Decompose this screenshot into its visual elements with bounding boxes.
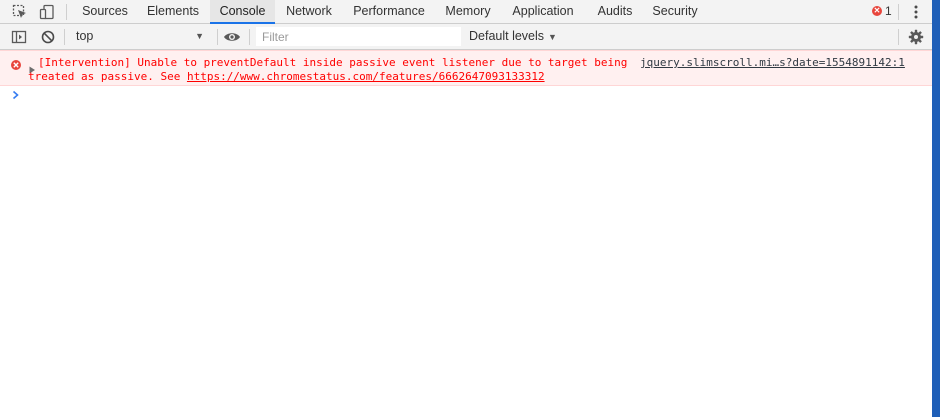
tab-sources[interactable]: Sources: [74, 0, 136, 23]
dropdown-caret-icon: ▼: [195, 31, 204, 41]
panel-tab-bar: Sources Elements Console Network Perform…: [0, 0, 932, 24]
toolbar-divider: [898, 4, 899, 20]
error-icon: ✕: [872, 6, 882, 16]
toolbar-divider: [898, 29, 899, 45]
context-value: top: [76, 29, 94, 43]
toolbar-divider: [249, 29, 250, 45]
tab-network[interactable]: Network: [277, 0, 341, 23]
toolbar-divider: [64, 29, 65, 45]
clear-console-icon[interactable]: [39, 28, 57, 46]
inspect-element-icon[interactable]: [11, 3, 29, 21]
error-count-badge[interactable]: ✕ 1: [872, 4, 892, 18]
toolbar-divider: [66, 4, 67, 20]
eye-icon[interactable]: [223, 28, 241, 46]
error-message-line-2: treated as passive. See https://www.chro…: [28, 70, 545, 84]
chromestatus-link[interactable]: https://www.chromestatus.com/features/66…: [187, 70, 545, 83]
filter-input[interactable]: [256, 27, 461, 46]
error-icon: [10, 56, 22, 75]
device-toggle-icon[interactable]: [38, 3, 56, 21]
tab-elements[interactable]: Elements: [138, 0, 208, 23]
log-levels-dropdown[interactable]: Default levels ▼: [469, 27, 557, 46]
console-toolbar: top ▼ Default levels▼: [0, 24, 932, 50]
gear-icon[interactable]: [907, 28, 925, 46]
error-count: 1: [885, 4, 892, 18]
tab-audits[interactable]: Audits: [587, 0, 643, 23]
sidebar-toggle-icon[interactable]: [10, 28, 28, 46]
error-source-link[interactable]: jquery.slimscroll.mi…s?date=1554891142:1: [640, 56, 905, 70]
dropdown-caret-icon: ▼: [548, 32, 557, 42]
console-prompt-input[interactable]: [26, 86, 926, 102]
toolbar-divider: [217, 29, 218, 45]
tab-console[interactable]: Console: [210, 0, 275, 24]
error-message-prefix: treated as passive. See: [28, 70, 187, 83]
kebab-menu-icon[interactable]: [907, 3, 925, 21]
log-levels-label: Default levels: [469, 29, 545, 43]
error-message-line-1: [Intervention] Unable to preventDefault …: [38, 56, 628, 69]
devtools-window: Sources Elements Console Network Perform…: [0, 0, 932, 417]
tab-security[interactable]: Security: [645, 0, 705, 23]
context-selector[interactable]: top ▼: [68, 27, 214, 46]
tab-performance[interactable]: Performance: [343, 0, 435, 23]
tab-memory[interactable]: Memory: [437, 0, 499, 23]
chevron-right-icon: [11, 87, 21, 101]
console-message-error: [Intervention] Unable to preventDefault …: [0, 50, 932, 86]
tab-application[interactable]: Application: [501, 0, 585, 23]
